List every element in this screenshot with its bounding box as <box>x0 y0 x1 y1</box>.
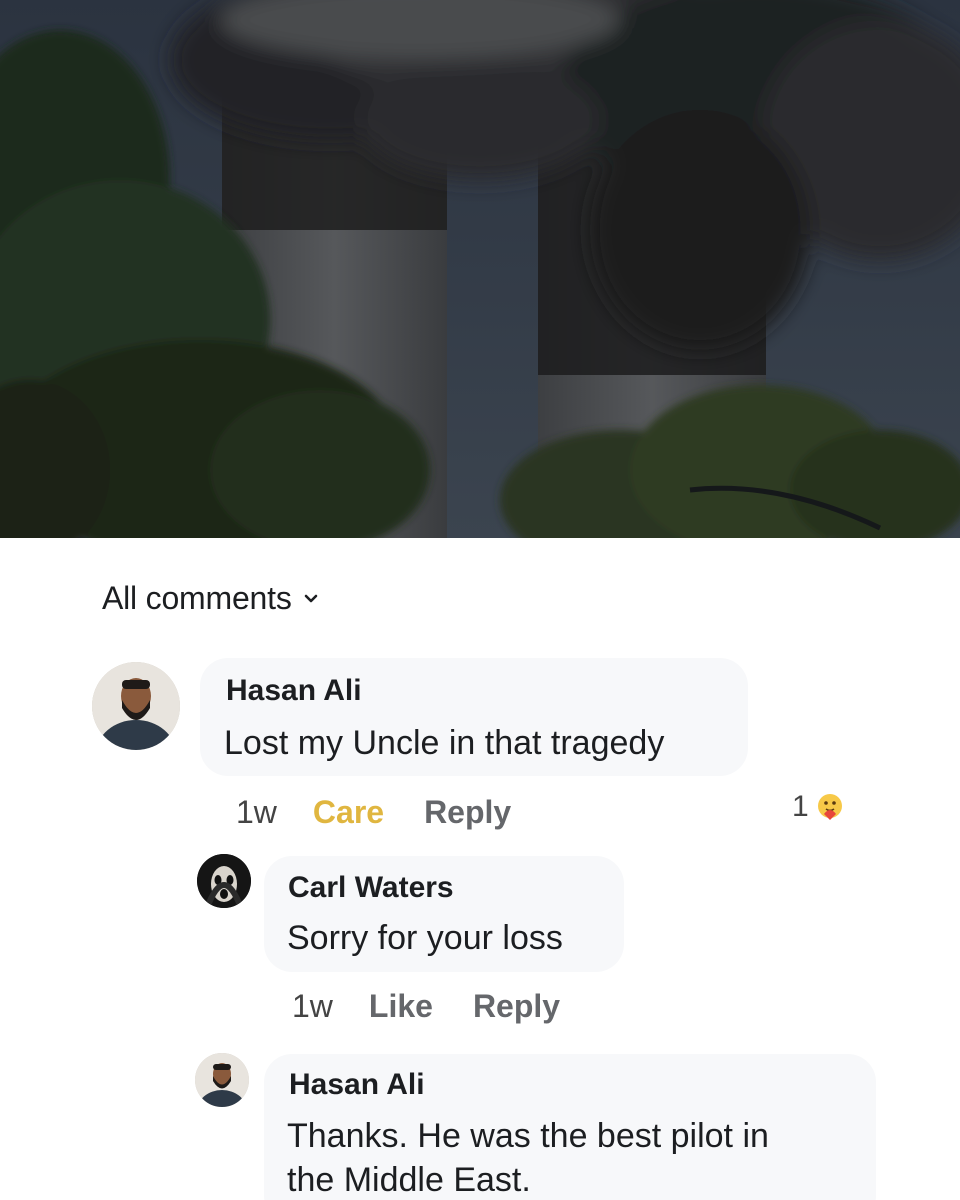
post-photo[interactable] <box>0 0 960 538</box>
comments-section: All comments Hasan Ali Lost my Uncle in … <box>0 538 960 1200</box>
reply-comment-1: Carl Waters Sorry for your loss 1w Like … <box>0 838 960 1038</box>
avatar[interactable] <box>92 662 180 750</box>
avatar[interactable] <box>195 1053 249 1107</box>
user-avatar-icon <box>92 662 180 750</box>
avatar[interactable] <box>197 854 251 908</box>
comment-text: Sorry for your loss <box>287 919 563 957</box>
comment-1: Hasan Ali Lost my Uncle in that tragedy … <box>0 538 960 838</box>
comment-text: Lost my Uncle in that tragedy <box>224 724 665 762</box>
user-avatar-icon <box>197 854 251 908</box>
comment-author[interactable]: Hasan Ali <box>289 1068 425 1102</box>
comment-text-line-2: the Middle East. <box>287 1161 531 1199</box>
comment-time: 1w <box>292 988 333 1024</box>
care-emoji-icon <box>817 794 842 820</box>
comment-actions: 1w Like Reply <box>292 988 600 1025</box>
comment-text-line-1: Thanks. He was the best pilot in <box>287 1117 769 1155</box>
comment-actions: 1w Care Reply <box>236 794 551 831</box>
care-button[interactable]: Care <box>313 794 384 831</box>
reply-button[interactable]: Reply <box>424 794 511 831</box>
reply-button[interactable]: Reply <box>473 988 560 1025</box>
reaction-summary[interactable]: 1 <box>792 790 845 824</box>
user-avatar-icon <box>195 1053 249 1107</box>
reaction-count: 1 <box>792 790 809 823</box>
like-button[interactable]: Like <box>369 988 433 1025</box>
reply-comment-2: Hasan Ali Thanks. He was the best pilot … <box>0 1038 960 1200</box>
comment-author[interactable]: Hasan Ali <box>226 674 362 708</box>
comment-time: 1w <box>236 794 277 830</box>
comment-author[interactable]: Carl Waters <box>288 871 454 905</box>
